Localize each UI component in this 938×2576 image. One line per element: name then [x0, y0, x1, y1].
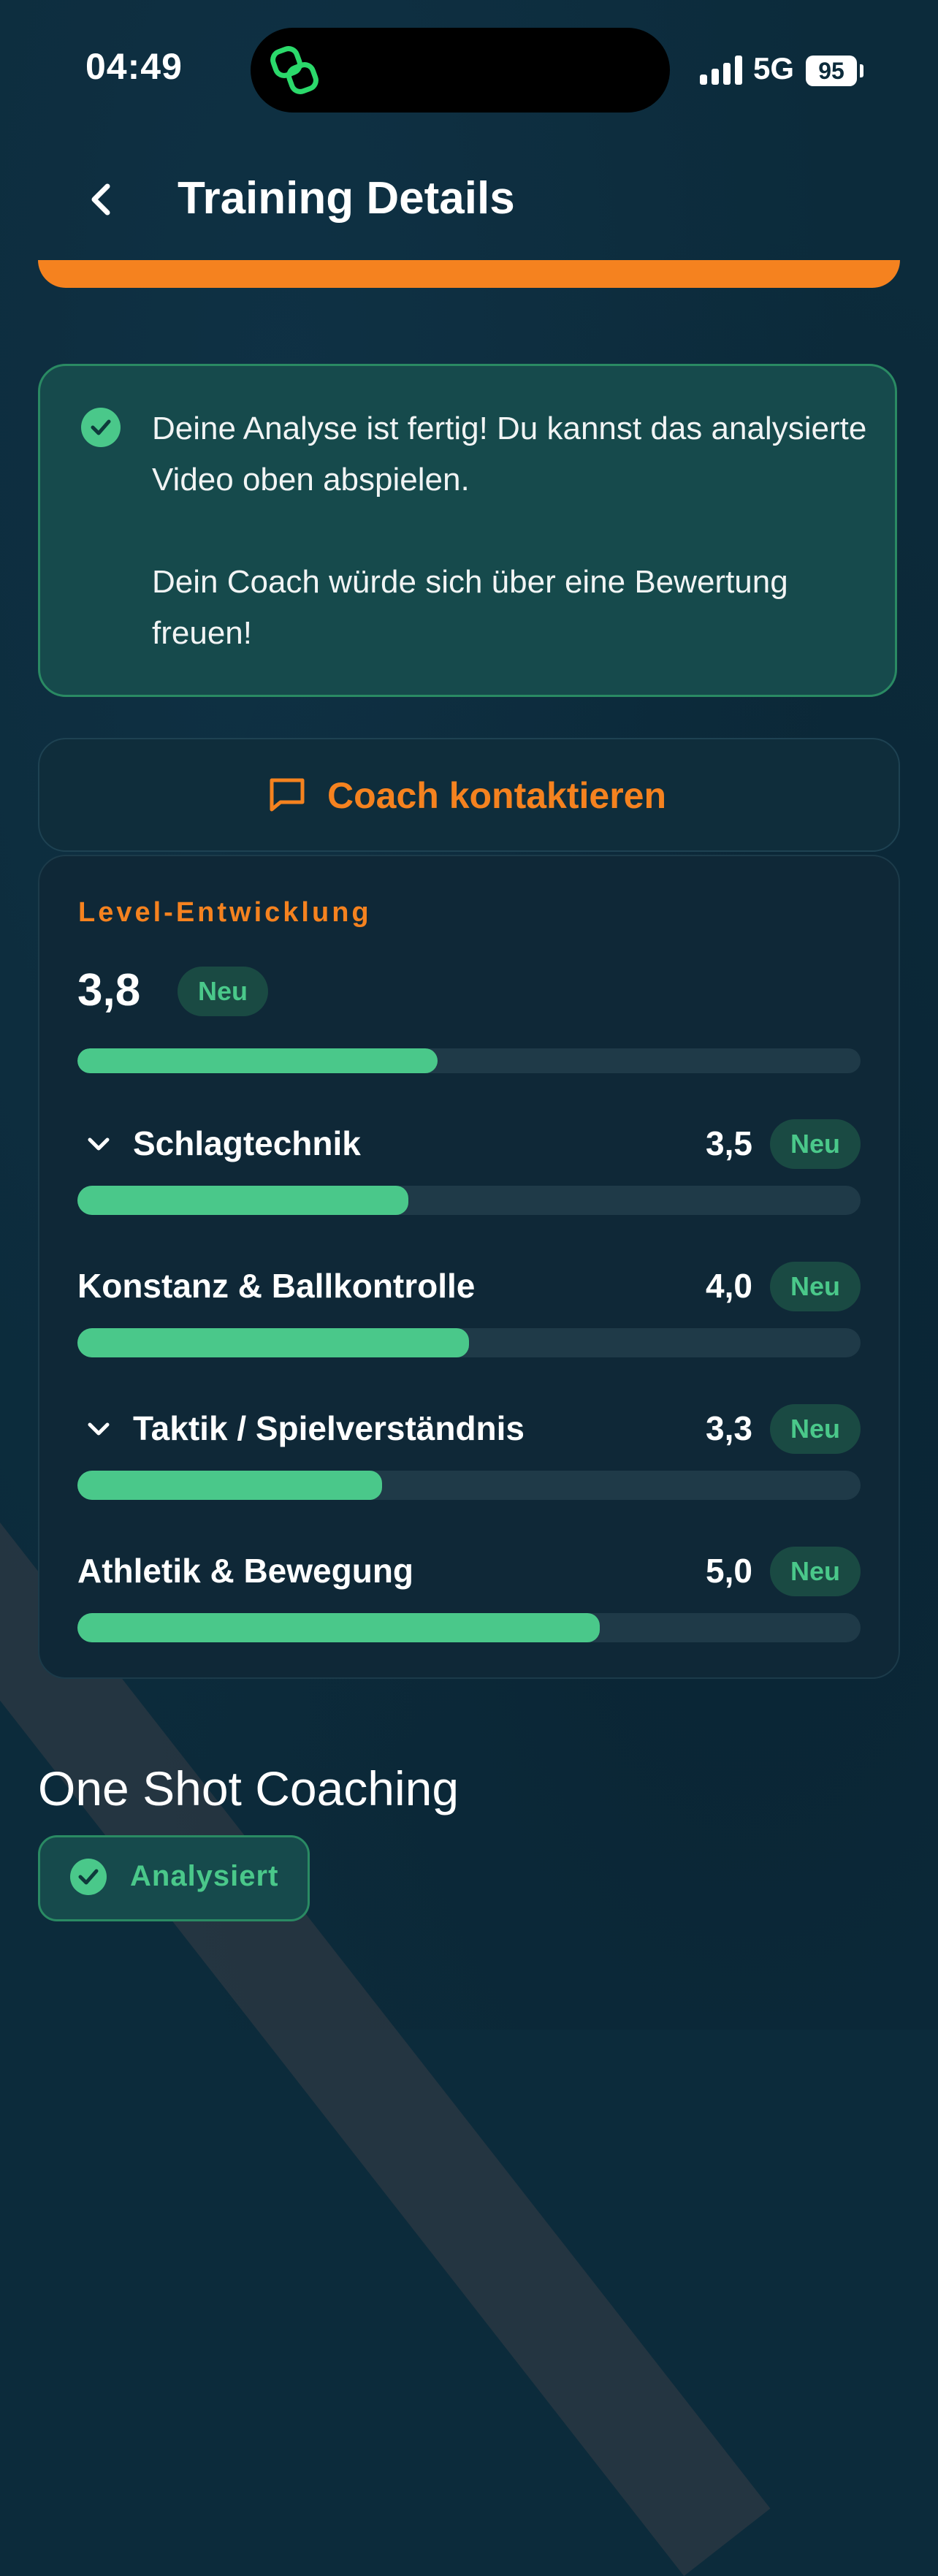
category-new-badge: Neu [770, 1119, 861, 1169]
network-type: 5G [753, 51, 795, 85]
category-bar [77, 1328, 861, 1357]
category-new-badge: Neu [770, 1547, 861, 1596]
dynamic-island [251, 28, 670, 113]
category-new-badge: Neu [770, 1262, 861, 1311]
category-bar [77, 1186, 861, 1215]
category-bar-fill [77, 1186, 409, 1215]
app-link-icon [270, 46, 319, 94]
video-progress-bar [38, 260, 900, 288]
contact-coach-label[interactable]: Coach kontaktieren [327, 774, 666, 817]
category-bar-fill [77, 1471, 382, 1500]
category-bar-fill [77, 1328, 469, 1357]
category-bar [77, 1471, 861, 1500]
overall-new-badge: Neu [178, 967, 268, 1016]
chevron-down-icon[interactable] [86, 1421, 111, 1437]
battery-cap [860, 64, 863, 77]
category-label-schlagtechnik[interactable]: Schlagtechnik [133, 1124, 361, 1163]
signal-icon [700, 54, 745, 85]
category-label-konstanz: Konstanz & Ballkontrolle [77, 1267, 476, 1305]
overall-level-value: 3,8 [77, 965, 141, 1015]
category-bar-fill [77, 1613, 600, 1642]
category-value: 5,0 [706, 1552, 752, 1590]
category-label-taktik[interactable]: Taktik / Spielverständnis [133, 1409, 525, 1448]
category-value: 3,3 [706, 1409, 752, 1447]
battery-icon: 95 [806, 56, 857, 86]
level-section-title: Level-Entwicklung [78, 897, 372, 928]
overall-level-bar [77, 1048, 861, 1073]
check-circle-icon [70, 1859, 107, 1895]
overall-level-bar-fill [77, 1048, 438, 1073]
analyzed-status-label: Analysiert [130, 1860, 279, 1892]
category-bar [77, 1613, 861, 1642]
status-time: 04:49 [85, 46, 183, 87]
chat-bubble-icon [270, 778, 305, 812]
chevron-left-icon[interactable] [84, 178, 121, 221]
page-title: Training Details [178, 173, 515, 224]
category-new-badge: Neu [770, 1404, 861, 1454]
one-shot-coaching-title: One Shot Coaching [38, 1761, 460, 1815]
notice-text: Deine Analyse ist fertig! Du kannst das … [152, 403, 882, 659]
check-circle-icon [81, 408, 121, 447]
category-value: 3,5 [706, 1124, 752, 1162]
category-label-athletik: Athletik & Bewegung [77, 1552, 414, 1590]
notice-line-1: Deine Analyse ist fertig! Du kannst das … [152, 411, 867, 498]
chevron-down-icon[interactable] [86, 1136, 111, 1152]
notice-line-2: Dein Coach würde sich über eine Bewertun… [152, 564, 788, 651]
category-value: 4,0 [706, 1267, 752, 1305]
